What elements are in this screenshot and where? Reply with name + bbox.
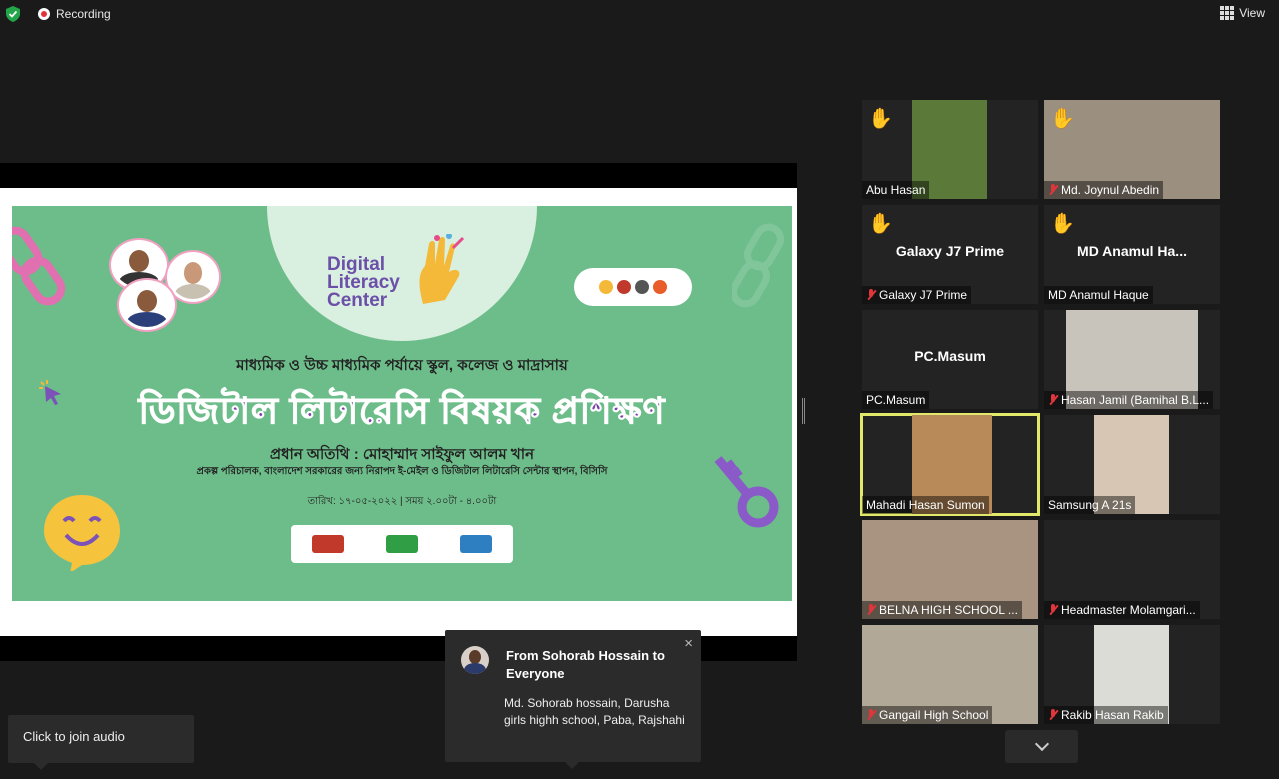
slide-header-arc: [267, 206, 537, 341]
participant-name: Galaxy J7 Prime: [879, 288, 968, 302]
record-icon: [38, 8, 50, 20]
join-audio-tooltip[interactable]: Click to join audio: [8, 715, 194, 770]
chain-link-icon: [12, 226, 66, 306]
close-icon[interactable]: ×: [684, 635, 693, 652]
participant-name-label: BELNA HIGH SCHOOL ...: [862, 601, 1022, 619]
top-bar: Recording View: [0, 0, 1279, 28]
sponsor-logos: [291, 525, 513, 563]
view-label: View: [1239, 6, 1265, 20]
screen-share-area[interactable]: Digital Literacy Center মাধ্যমিক ও উচ্চ …: [0, 163, 797, 661]
participant-tile[interactable]: Headmaster Molamgari...: [1044, 520, 1220, 619]
logo-line-3: Center: [327, 290, 388, 311]
smiley-bubble-icon: [44, 495, 120, 571]
grid-view-icon: [1220, 6, 1235, 20]
participant-tile[interactable]: MD Anamul Ha... ✋ MD Anamul Haque: [1044, 205, 1220, 304]
participant-name-label: Samsung A 21s: [1044, 496, 1136, 514]
participant-name: Gangail High School: [879, 708, 989, 722]
digital-literacy-center-logo: Digital Literacy Center: [327, 255, 400, 311]
digital-bangladesh-logo: [312, 535, 344, 553]
participant-name-label: Abu Hasan: [862, 181, 930, 199]
mic-muted-icon: [1048, 604, 1058, 616]
participant-display-name: PC.Masum: [914, 348, 986, 364]
participant-name: Samsung A 21s: [1048, 498, 1132, 512]
leader-portraits: [107, 236, 222, 331]
mic-muted-icon: [1048, 709, 1058, 721]
participant-tile[interactable]: Samsung A 21s: [1044, 415, 1220, 514]
participant-name: MD Anamul Haque: [1048, 288, 1149, 302]
participant-tile[interactable]: ✋ Abu Hasan: [862, 100, 1038, 199]
participant-name: PC.Masum: [866, 393, 926, 407]
bcc-logo: [460, 535, 492, 553]
mic-muted-icon: [866, 289, 876, 301]
raised-hand-icon: ✋: [1050, 108, 1075, 130]
chain-watermark-icon: [732, 223, 784, 308]
slide-subtitle: মাধ্যমিক ও উচ্চ মাধ্যমিক পর্যায়ে স্কুল,…: [236, 357, 568, 374]
raised-hand-icon: ✋: [868, 108, 893, 130]
chevron-down-icon: [1034, 736, 1049, 752]
slide-title: ডিজিটাল লিটারেসি বিষয়ক প্রশিক্ষণ: [138, 390, 666, 432]
participant-name-label: MD Anamul Haque: [1044, 286, 1153, 304]
participant-tile[interactable]: PC.Masum PC.Masum: [862, 310, 1038, 409]
gallery-next-page-button[interactable]: [1005, 730, 1078, 763]
hand-logo-icon: [419, 234, 465, 304]
shared-slide-frame: Digital Literacy Center মাধ্যমিক ও উচ্চ …: [0, 188, 797, 636]
panel-splitter[interactable]: [802, 398, 805, 424]
portrait-3: [119, 280, 175, 330]
portrait-2: [167, 252, 219, 302]
participant-name-label: Galaxy J7 Prime: [862, 286, 972, 304]
participant-display-name: Galaxy J7 Prime: [895, 243, 1005, 259]
join-audio-label: Click to join audio: [23, 729, 125, 744]
partner-badge: [574, 268, 692, 306]
participant-name-label: PC.Masum: [862, 391, 930, 409]
chat-message: Md. Sohorab hossain, Darusha girls highh…: [504, 696, 685, 727]
participant-tile[interactable]: Rakib Hasan Rakib: [1044, 625, 1220, 724]
participant-display-name: MD Anamul Ha...: [1077, 243, 1187, 259]
view-button[interactable]: View: [1220, 6, 1265, 20]
key-icon: [714, 456, 779, 528]
participant-tile[interactable]: Galaxy J7 Prime ✋ Galaxy J7 Prime: [862, 205, 1038, 304]
chat-notification[interactable]: From Sohorab Hossain to Everyone Md. Soh…: [445, 630, 701, 769]
recording-label: Recording: [56, 7, 111, 21]
recording-indicator[interactable]: Recording: [38, 7, 111, 21]
participant-tile[interactable]: BELNA HIGH SCHOOL ...: [862, 520, 1038, 619]
slide-designation: প্রকল্প পরিচালক, বাংলাদেশ সরকারের জন্য ন…: [196, 466, 608, 477]
raised-hand-icon: ✋: [1050, 213, 1075, 235]
participant-name-label: Headmaster Molamgari...: [1044, 601, 1200, 619]
chat-sender: From Sohorab Hossain to Everyone: [506, 648, 665, 681]
participant-tile[interactable]: Mahadi Hasan Sumon: [860, 413, 1040, 516]
participant-name-label: Mahadi Hasan Sumon: [862, 496, 989, 514]
participant-tile[interactable]: ✋ Md. Joynul Abedin: [1044, 100, 1220, 199]
participant-name-label: Md. Joynul Abedin: [1044, 181, 1164, 199]
participant-tile[interactable]: Gangail High School: [862, 625, 1038, 724]
mic-muted-icon: [866, 604, 876, 616]
mic-muted-icon: [1048, 184, 1058, 196]
participant-name: Mahadi Hasan Sumon: [866, 498, 985, 512]
raised-hand-icon: ✋: [868, 213, 893, 235]
participant-name-label: Hasan Jamil (Bamihal B.L...: [1044, 391, 1214, 409]
shield-check-icon[interactable]: [6, 6, 20, 22]
participant-tile[interactable]: Hasan Jamil (Bamihal B.L...: [1044, 310, 1220, 409]
sender-avatar: [461, 646, 489, 674]
mic-muted-icon: [866, 709, 876, 721]
participant-name: Rakib Hasan Rakib: [1061, 708, 1164, 722]
participant-name: Headmaster Molamgari...: [1061, 603, 1196, 617]
participant-name-label: Rakib Hasan Rakib: [1044, 706, 1168, 724]
participant-name: Hasan Jamil (Bamihal B.L...: [1061, 393, 1210, 407]
mic-muted-icon: [1048, 394, 1058, 406]
participant-name: BELNA HIGH SCHOOL ...: [879, 603, 1018, 617]
participant-name: Md. Joynul Abedin: [1061, 183, 1160, 197]
shared-slide: Digital Literacy Center মাধ্যমিক ও উচ্চ …: [12, 206, 792, 601]
ict-division-logo: [386, 535, 418, 553]
participant-name-label: Gangail High School: [862, 706, 993, 724]
slide-date-time: তারিখ: ১৭-০৫-২০২২ | সময় ২.০০টা - ৪.০০টা: [307, 496, 497, 507]
participant-name: Abu Hasan: [866, 183, 926, 197]
